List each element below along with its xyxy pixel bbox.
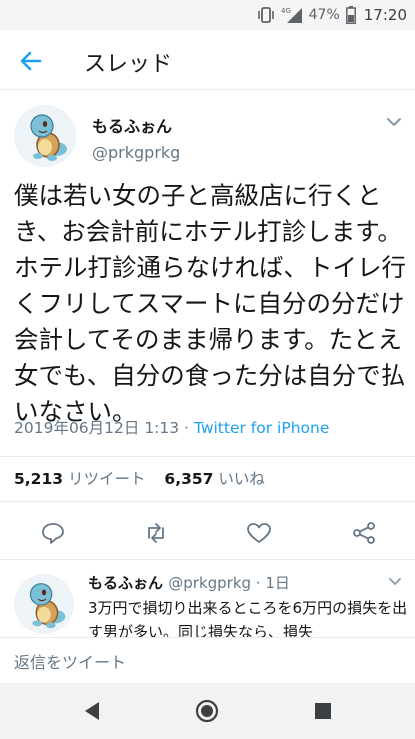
squirtle-avatar-icon <box>14 574 74 634</box>
divider <box>0 501 415 502</box>
tweet-timestamp: 2019年06月12日 1:13 · <box>14 419 194 437</box>
reply-text: 3万円で損切り出来るところを6万円の損失を出す男が多い。同じ損失なら、損失 <box>88 599 408 637</box>
retweet-icon[interactable] <box>143 521 169 545</box>
home-circle-icon[interactable] <box>195 699 219 723</box>
reply-author-handle: @prkgprkg · 1日 <box>168 574 290 592</box>
reply-author[interactable]: もるふぉん @prkgprkg · 1日 <box>88 572 290 593</box>
signal-icon: 4G <box>281 7 302 23</box>
network-label: 4G <box>281 7 291 15</box>
share-icon[interactable] <box>351 521 377 545</box>
retweet-count[interactable]: 5,213 <box>14 470 63 488</box>
divider <box>0 456 415 457</box>
tweet-actions <box>0 511 415 555</box>
battery-percent: 47% <box>308 7 340 23</box>
tweet-stats: 5,213 リツイート 6,357 いいね <box>14 467 265 489</box>
reply-icon[interactable] <box>40 521 66 545</box>
chevron-down-icon[interactable] <box>385 115 403 129</box>
vibrate-icon <box>257 7 274 23</box>
tweet-source-link[interactable]: Twitter for iPhone <box>194 419 329 437</box>
app-header: スレッド <box>0 30 415 90</box>
status-bar: 4G 47% 17:20 <box>0 0 415 30</box>
like-label[interactable]: いいね <box>218 470 265 488</box>
reply-tweet[interactable]: もるふぉん @prkgprkg · 1日 3万円で損切り出来るところを6万円の損… <box>0 559 415 637</box>
author-name[interactable]: もるふぉん <box>92 113 172 137</box>
status-icons: 4G 47% 17:20 <box>257 5 407 25</box>
retweet-label[interactable]: リツイート <box>68 470 146 488</box>
squirtle-avatar-icon <box>14 105 76 167</box>
tweet-text: 僕は若い女の子と高級店に行くとき、お会計前にホテル打診します。ホテル打診通らなけ… <box>14 181 406 426</box>
reply-bar[interactable]: 返信をツイート <box>0 637 415 683</box>
back-triangle-icon[interactable] <box>80 699 104 723</box>
clock: 17:20 <box>363 6 407 24</box>
nav-bar <box>0 683 415 739</box>
tweet-meta: 2019年06月12日 1:13 · Twitter for iPhone <box>14 416 329 438</box>
like-count[interactable]: 6,357 <box>164 470 213 488</box>
avatar[interactable] <box>14 105 76 167</box>
arrow-left-icon[interactable] <box>18 48 44 74</box>
reply-input[interactable]: 返信をツイート <box>14 649 126 673</box>
avatar[interactable] <box>14 574 74 634</box>
author-handle[interactable]: @prkgprkg <box>92 143 180 162</box>
like-icon[interactable] <box>246 521 272 545</box>
page-title: スレッド <box>84 52 173 77</box>
chevron-down-icon[interactable] <box>387 576 403 588</box>
reply-author-name: もるふぉん <box>88 574 164 592</box>
battery-icon <box>345 6 356 24</box>
recents-square-icon[interactable] <box>311 699 335 723</box>
